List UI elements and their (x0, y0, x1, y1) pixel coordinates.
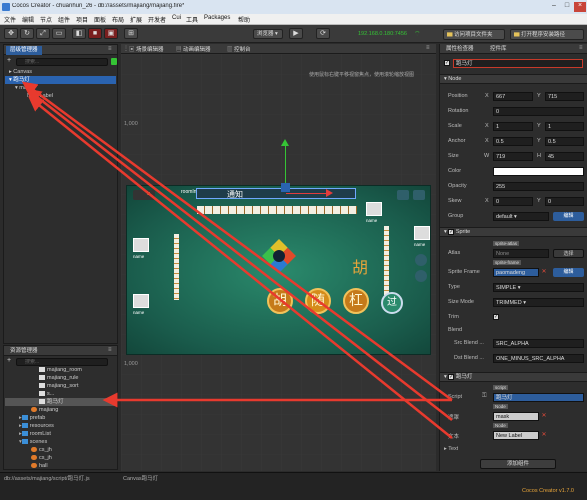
arrow-mask-to-node (26, 88, 453, 421)
arrow-text-to-node (28, 96, 453, 439)
annotation-arrows (21, 81, 453, 439)
arrow-script-to-node (21, 81, 453, 402)
